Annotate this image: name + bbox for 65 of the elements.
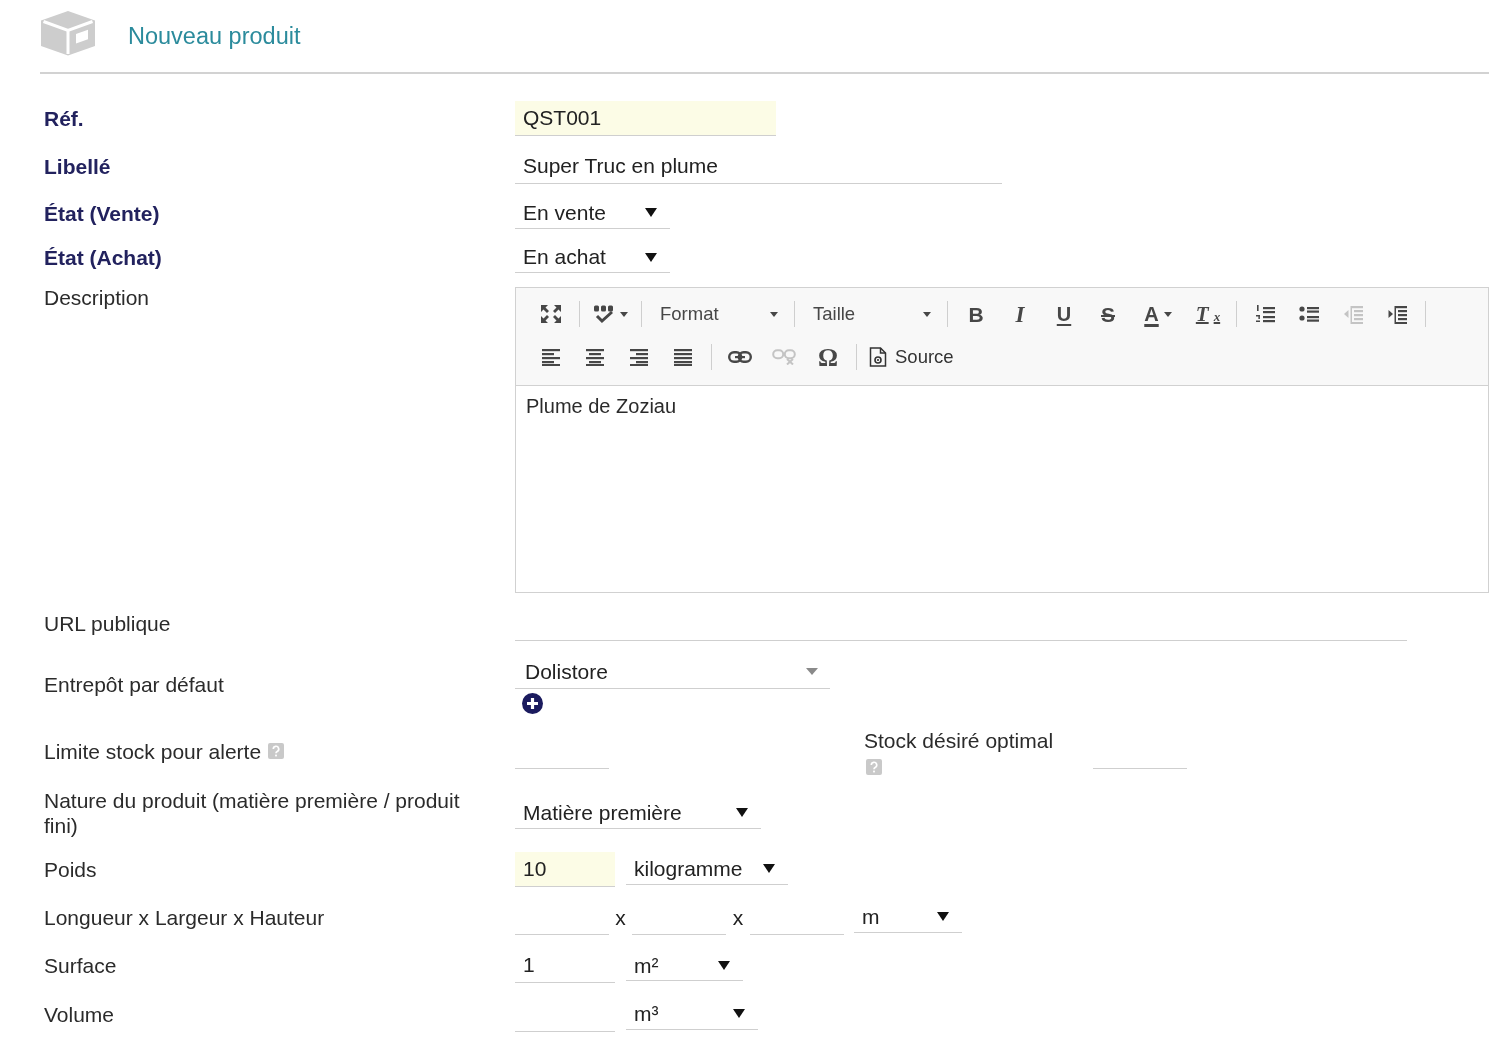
caret-icon [733, 1009, 745, 1019]
justify-icon [673, 348, 693, 367]
special-character-button[interactable]: Ω [806, 341, 850, 374]
field-label: Limite stock pour alerte [44, 738, 262, 764]
caret-icon [645, 208, 657, 218]
text-color-button[interactable]: A [1130, 298, 1186, 331]
field-label: État (Achat) [44, 245, 162, 271]
field-label: Libellé [44, 154, 111, 180]
caret-icon [770, 311, 778, 317]
field-label: Poids [44, 856, 97, 882]
caret-icon [620, 311, 628, 317]
caret-icon [1163, 311, 1172, 317]
field-label: URL publique [44, 610, 171, 636]
field-label: Stock désiré optimal [864, 727, 1054, 753]
numbered-list-icon [1255, 304, 1275, 325]
select-dropdown[interactable]: m³ [626, 998, 758, 1030]
caret-icon [937, 912, 949, 922]
input-field[interactable]: 10 [515, 851, 615, 887]
select-dropdown[interactable]: m [854, 901, 962, 933]
chain-link-icon [728, 351, 752, 364]
document-icon [869, 347, 887, 368]
cube-icon [40, 10, 96, 56]
spellcheck-icon [593, 304, 615, 325]
toolbar-dropdown[interactable]: Taille [801, 298, 941, 331]
caret-icon [736, 808, 748, 818]
select-dropdown[interactable]: Matière première [515, 797, 761, 829]
field-label: Réf. [44, 106, 84, 131]
caret-icon [645, 252, 657, 262]
strikethrough-button[interactable]: S [1086, 298, 1130, 331]
input-field[interactable]: Super Truc en plume [515, 149, 1002, 185]
underline-button[interactable]: U [1042, 298, 1086, 331]
italic-button[interactable]: I [998, 298, 1042, 331]
indent-icon [1387, 304, 1407, 325]
caret-icon [718, 960, 730, 970]
input-field[interactable]: 1 [515, 948, 615, 984]
expand-arrows-icon [540, 304, 562, 325]
field-label: Entrepôt par défaut [44, 671, 224, 697]
outdent-icon [1343, 304, 1363, 325]
field-label: Volume [44, 1001, 115, 1027]
dimension-separator: x [731, 904, 745, 931]
source-button[interactable]: Source [863, 341, 960, 374]
field-label: Surface [44, 953, 117, 979]
select-dropdown[interactable]: En vente [515, 197, 670, 229]
dimension-separator: x [614, 904, 627, 931]
input-field[interactable]: QST001 [515, 101, 776, 136]
field-label: Longueur x Largeur x Hauteur [44, 904, 325, 930]
page-title: Nouveau produit [128, 22, 301, 50]
bold-button[interactable]: B [954, 298, 998, 331]
select-dropdown[interactable]: kilogramme [626, 853, 788, 885]
toolbar-dropdown[interactable]: Format [648, 298, 788, 331]
broken-link-icon [772, 349, 796, 366]
align-right-icon [629, 348, 649, 367]
align-center-icon [585, 348, 605, 367]
field-label: Nature du produit (matière première / produit fini) [44, 788, 461, 839]
plus-circle-icon[interactable] [522, 693, 543, 715]
caret-icon [763, 864, 775, 873]
caret-icon [806, 667, 818, 675]
bullet-list-icon [1299, 304, 1319, 325]
align-left-icon [541, 348, 561, 367]
select-dropdown[interactable]: Dolistore [515, 654, 830, 690]
field-label: Description [44, 284, 150, 310]
caret-icon [923, 311, 931, 317]
select-dropdown[interactable]: En achat [515, 242, 670, 274]
field-label: État (Vente) [44, 200, 160, 226]
select-dropdown[interactable]: m² [626, 950, 743, 982]
